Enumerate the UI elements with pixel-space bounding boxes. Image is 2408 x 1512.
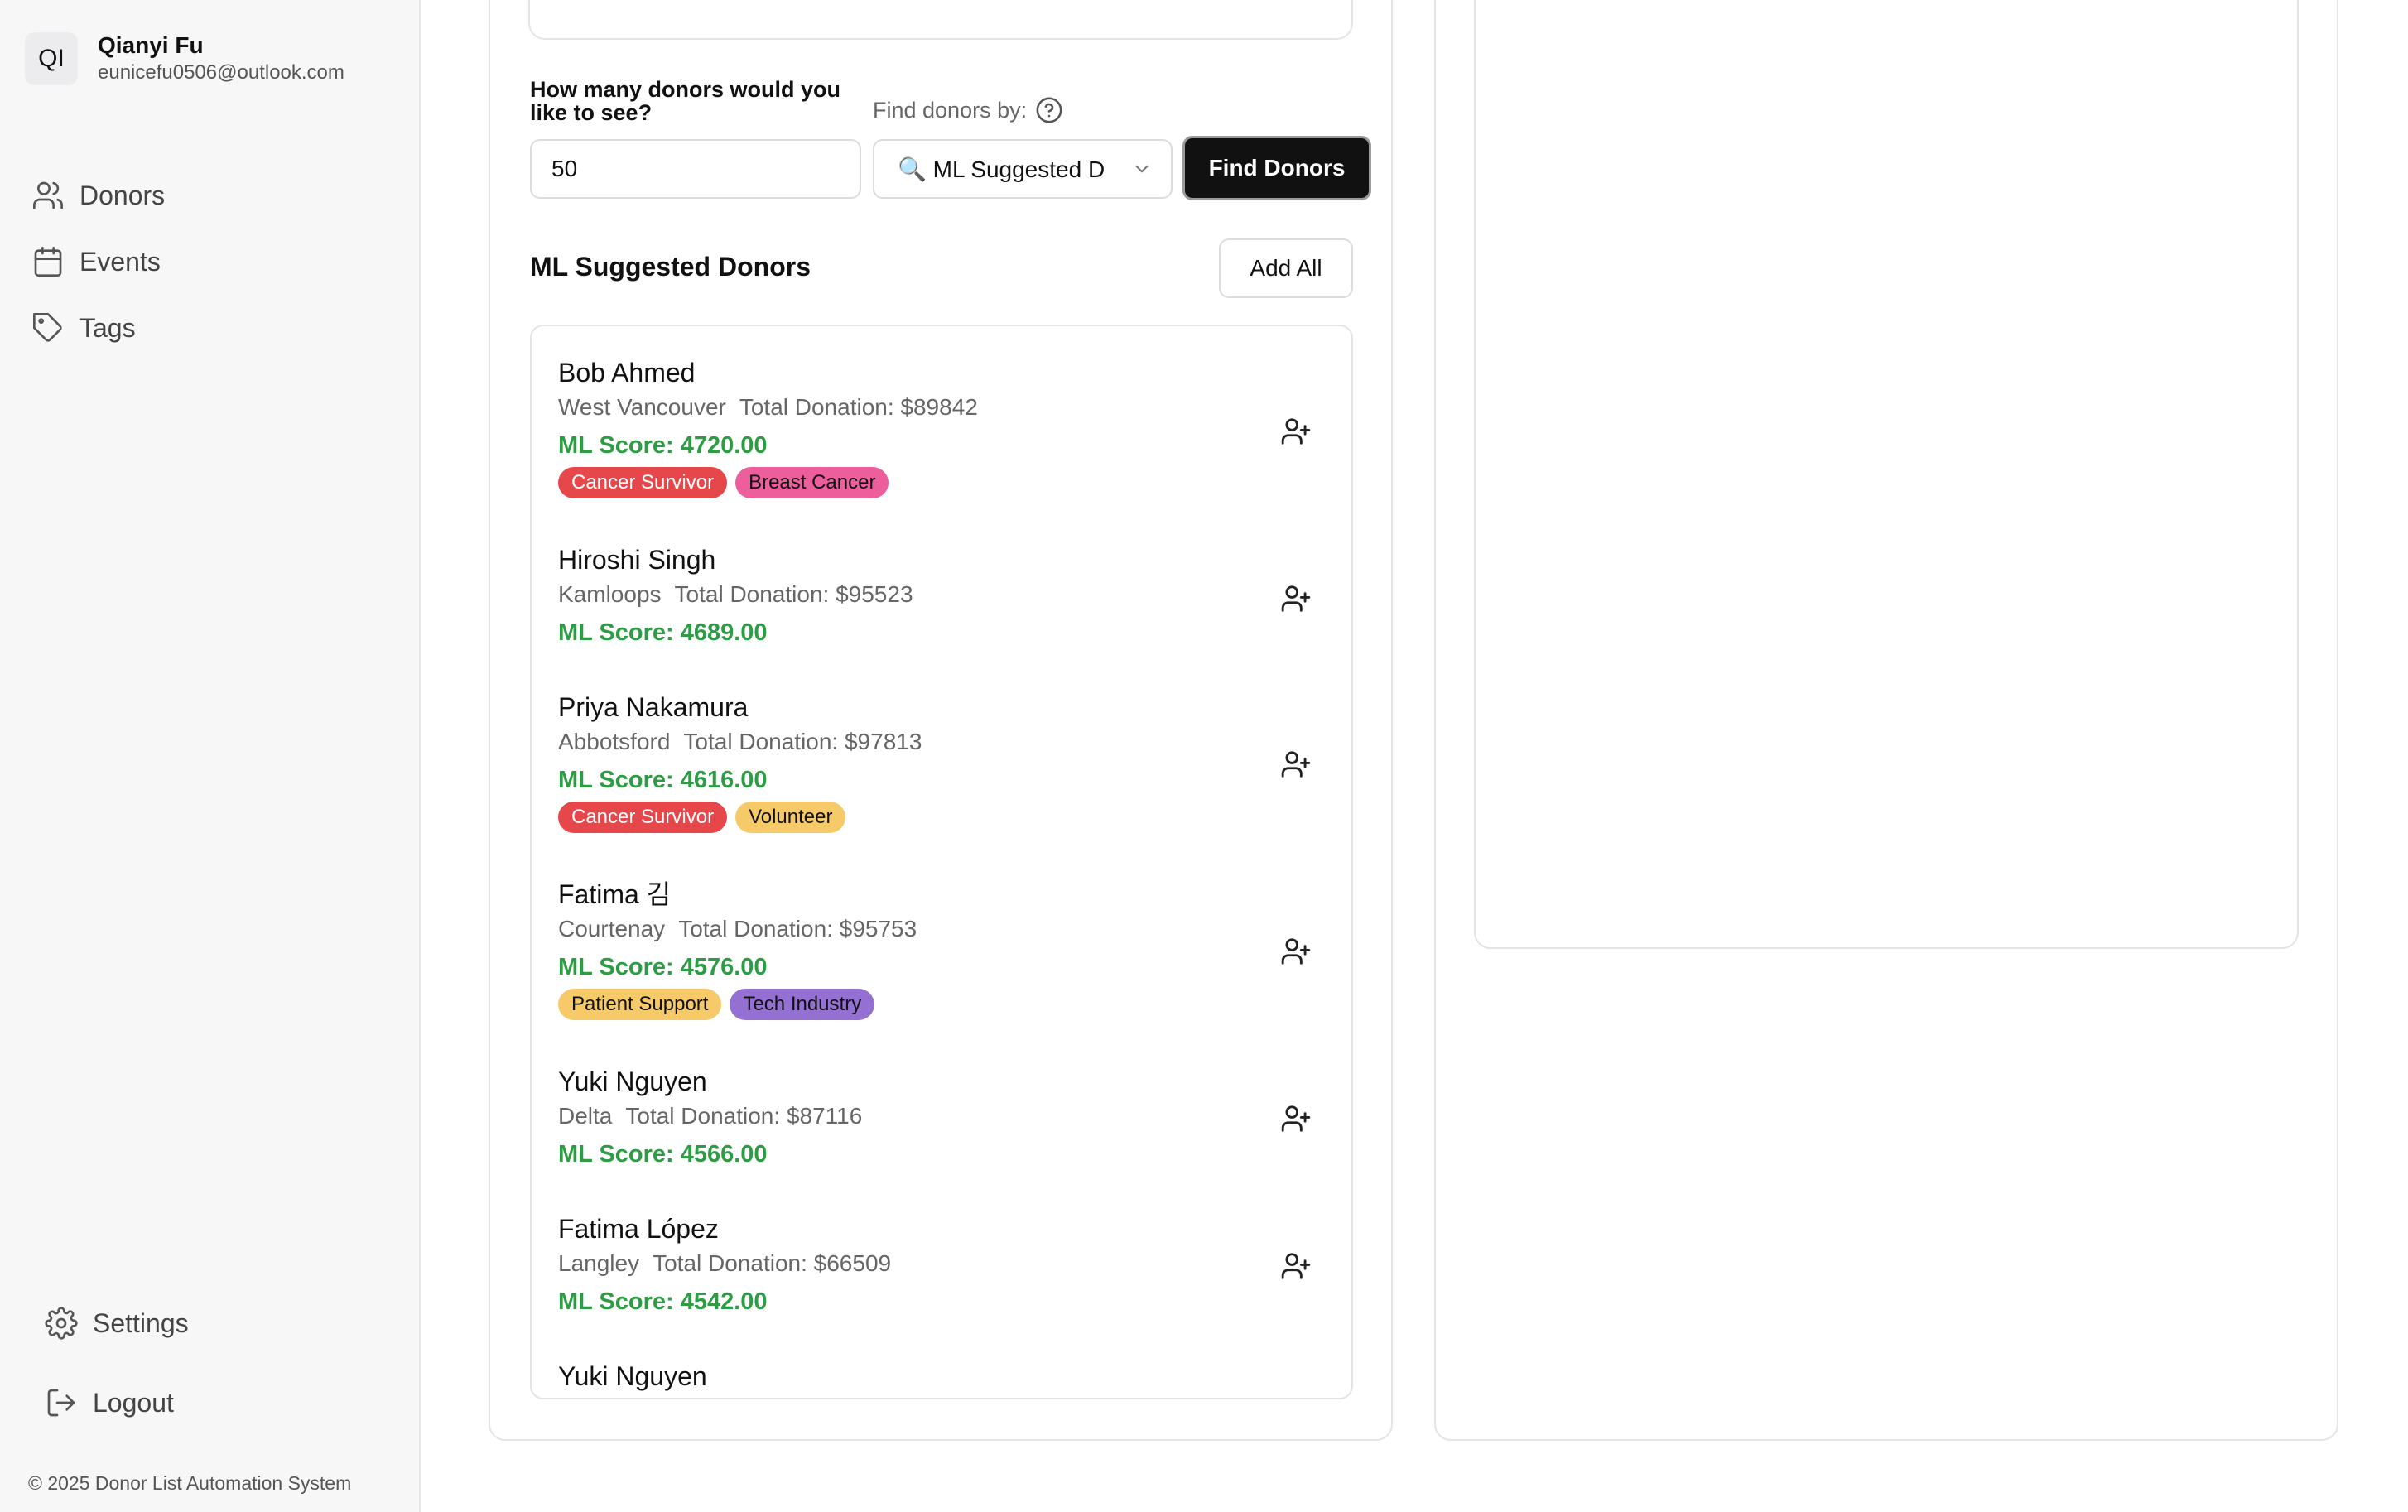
donor-city: West Vancouver bbox=[558, 394, 726, 420]
main-nav: Donors Events Tags bbox=[31, 162, 165, 361]
donor-tags: Cancer Survivor Volunteer bbox=[558, 802, 922, 833]
find-donors-button[interactable]: Find Donors bbox=[1182, 136, 1371, 200]
donor-city: Delta bbox=[558, 1103, 613, 1129]
donor-total-donation: Total Donation: $66509 bbox=[653, 1250, 892, 1276]
donor-row[interactable]: Yuki Nguyen Delta Total Donation: $87116 ML… bbox=[558, 1065, 862, 1174]
nav-item-donors[interactable]: Donors bbox=[31, 162, 165, 229]
donor-meta: West Vancouver Total Donation: $89842 bbox=[558, 389, 978, 426]
donor-total-donation: Total Donation: $95753 bbox=[678, 916, 917, 941]
tag-badge: Patient Support bbox=[558, 989, 722, 1020]
donor-total-donation: Total Donation: $87116 bbox=[625, 1103, 863, 1129]
donor-meta: Langley Total Donation: $66509 bbox=[558, 1245, 891, 1282]
find-by-select[interactable]: 🔍 ML Suggested Donors bbox=[873, 139, 1173, 199]
donor-row[interactable]: Priya Nakamura Abbotsford Total Donation: … bbox=[558, 691, 922, 833]
help-icon[interactable] bbox=[1035, 96, 1063, 124]
donor-ml-score: ML Score: 4542.00 bbox=[558, 1288, 768, 1315]
donor-total-donation: Total Donation: $89842 bbox=[739, 394, 978, 420]
donor-meta: Burnaby Total Donation: $84754 bbox=[558, 1393, 896, 1399]
nav-label-events: Events bbox=[79, 246, 161, 277]
add-donor-icon[interactable] bbox=[1280, 583, 1312, 614]
chevron-down-icon bbox=[1135, 165, 1149, 173]
donor-row[interactable]: Fatima 김 Courtenay Total Donation: $95753 M… bbox=[558, 878, 917, 1020]
donor-name: Bob Ahmed bbox=[558, 358, 696, 388]
tag-badge: Tech Industry bbox=[730, 989, 875, 1020]
donor-city: Abbotsford bbox=[558, 729, 671, 754]
donor-count-label: How many donors would you like to see? bbox=[530, 77, 841, 125]
user-profile: QI Qianyi Fu eunicefu0506@outlook.com bbox=[25, 31, 344, 86]
donor-tags: Patient Support Tech Industry bbox=[558, 989, 917, 1020]
add-donor-icon[interactable] bbox=[1280, 936, 1312, 967]
donor-name: Hiroshi Singh bbox=[558, 545, 716, 575]
add-donor-icon[interactable] bbox=[1280, 1250, 1312, 1282]
donor-ml-score: ML Score: 4689.00 bbox=[558, 619, 768, 646]
donor-city: Kamloops bbox=[558, 581, 662, 607]
find-by-label: Find donors by: bbox=[873, 97, 1028, 123]
tag-badge: Breast Cancer bbox=[735, 467, 889, 498]
nav-label-logout: Logout bbox=[93, 1387, 174, 1418]
nav-item-events[interactable]: Events bbox=[31, 229, 165, 295]
donor-ml-score: ML Score: 4576.00 bbox=[558, 954, 768, 980]
donor-name: Fatima 김 bbox=[558, 879, 672, 909]
donor-meta: Delta Total Donation: $87116 bbox=[558, 1098, 862, 1134]
avatar: QI bbox=[25, 32, 78, 85]
donor-name: Priya Nakamura bbox=[558, 692, 749, 722]
donor-city: Courtenay bbox=[558, 916, 666, 941]
donor-name: Fatima López bbox=[558, 1214, 719, 1244]
donor-name: Yuki Nguyen bbox=[558, 1361, 707, 1391]
donor-total-donation: Total Donation: $95523 bbox=[674, 581, 913, 607]
donor-list[interactable]: Bob Ahmed West Vancouver Total Donation: $… bbox=[530, 325, 1353, 1399]
donor-count-input[interactable] bbox=[530, 139, 861, 199]
top-panel bbox=[528, 0, 1353, 40]
copyright: © 2025 Donor List Automation System bbox=[28, 1472, 352, 1494]
results-title: ML Suggested Donors bbox=[530, 252, 811, 282]
add-all-button[interactable]: Add All bbox=[1219, 238, 1353, 298]
add-donor-icon[interactable] bbox=[1280, 416, 1312, 447]
tag-badge: Volunteer bbox=[735, 802, 846, 833]
donor-meta: Abbotsford Total Donation: $97813 bbox=[558, 724, 922, 760]
donor-name: Yuki Nguyen bbox=[558, 1067, 707, 1096]
donor-row[interactable]: Hiroshi Singh Kamloops Total Donation: $95… bbox=[558, 543, 913, 652]
donor-ml-score: ML Score: 4616.00 bbox=[558, 767, 768, 793]
user-name: Qianyi Fu bbox=[98, 32, 204, 58]
selected-donors-panel bbox=[1474, 0, 2299, 949]
donor-row[interactable]: Yuki Nguyen Burnaby Total Donation: $84754 bbox=[558, 1360, 896, 1399]
donor-meta: Courtenay Total Donation: $95753 bbox=[558, 911, 917, 947]
add-donor-icon[interactable] bbox=[1280, 749, 1312, 780]
nav-item-settings[interactable]: Settings bbox=[45, 1283, 189, 1363]
donor-ml-score: ML Score: 4720.00 bbox=[558, 432, 768, 459]
nav-label-settings: Settings bbox=[93, 1307, 189, 1338]
find-by-selected-value: 🔍 ML Suggested Donors bbox=[898, 156, 1105, 182]
donor-row[interactable]: Fatima López Langley Total Donation: $6650… bbox=[558, 1212, 891, 1322]
logout-icon bbox=[47, 1389, 75, 1417]
tag-badge: Cancer Survivor bbox=[558, 802, 728, 833]
gear-icon bbox=[45, 1307, 78, 1340]
user-email: eunicefu0506@outlook.com bbox=[98, 61, 344, 84]
donor-tags: Cancer Survivor Breast Cancer bbox=[558, 467, 978, 498]
tag-badge: Cancer Survivor bbox=[558, 467, 728, 498]
donor-ml-score: ML Score: 4566.00 bbox=[558, 1141, 768, 1168]
donor-row[interactable]: Bob Ahmed West Vancouver Total Donation: $… bbox=[558, 356, 978, 498]
nav-label-tags: Tags bbox=[79, 312, 136, 343]
tag-icon bbox=[33, 313, 62, 342]
donor-meta: Kamloops Total Donation: $95523 bbox=[558, 576, 913, 613]
donor-city: Langley bbox=[558, 1250, 640, 1276]
nav-item-tags[interactable]: Tags bbox=[31, 295, 165, 361]
bottom-nav: Settings Logout bbox=[45, 1283, 189, 1442]
find-by-label-row: Find donors by: bbox=[873, 96, 1063, 124]
sidebar: QI Qianyi Fu eunicefu0506@outlook.com Do… bbox=[0, 0, 421, 1512]
nav-label-donors: Donors bbox=[79, 180, 166, 210]
donor-total-donation: Total Donation: $84754 bbox=[657, 1398, 896, 1399]
donor-city: Burnaby bbox=[558, 1398, 644, 1399]
users-icon bbox=[33, 181, 64, 209]
nav-item-logout[interactable]: Logout bbox=[45, 1363, 189, 1442]
donor-total-donation: Total Donation: $97813 bbox=[683, 729, 922, 754]
calendar-icon bbox=[34, 247, 62, 277]
add-donor-icon[interactable] bbox=[1280, 1103, 1312, 1134]
